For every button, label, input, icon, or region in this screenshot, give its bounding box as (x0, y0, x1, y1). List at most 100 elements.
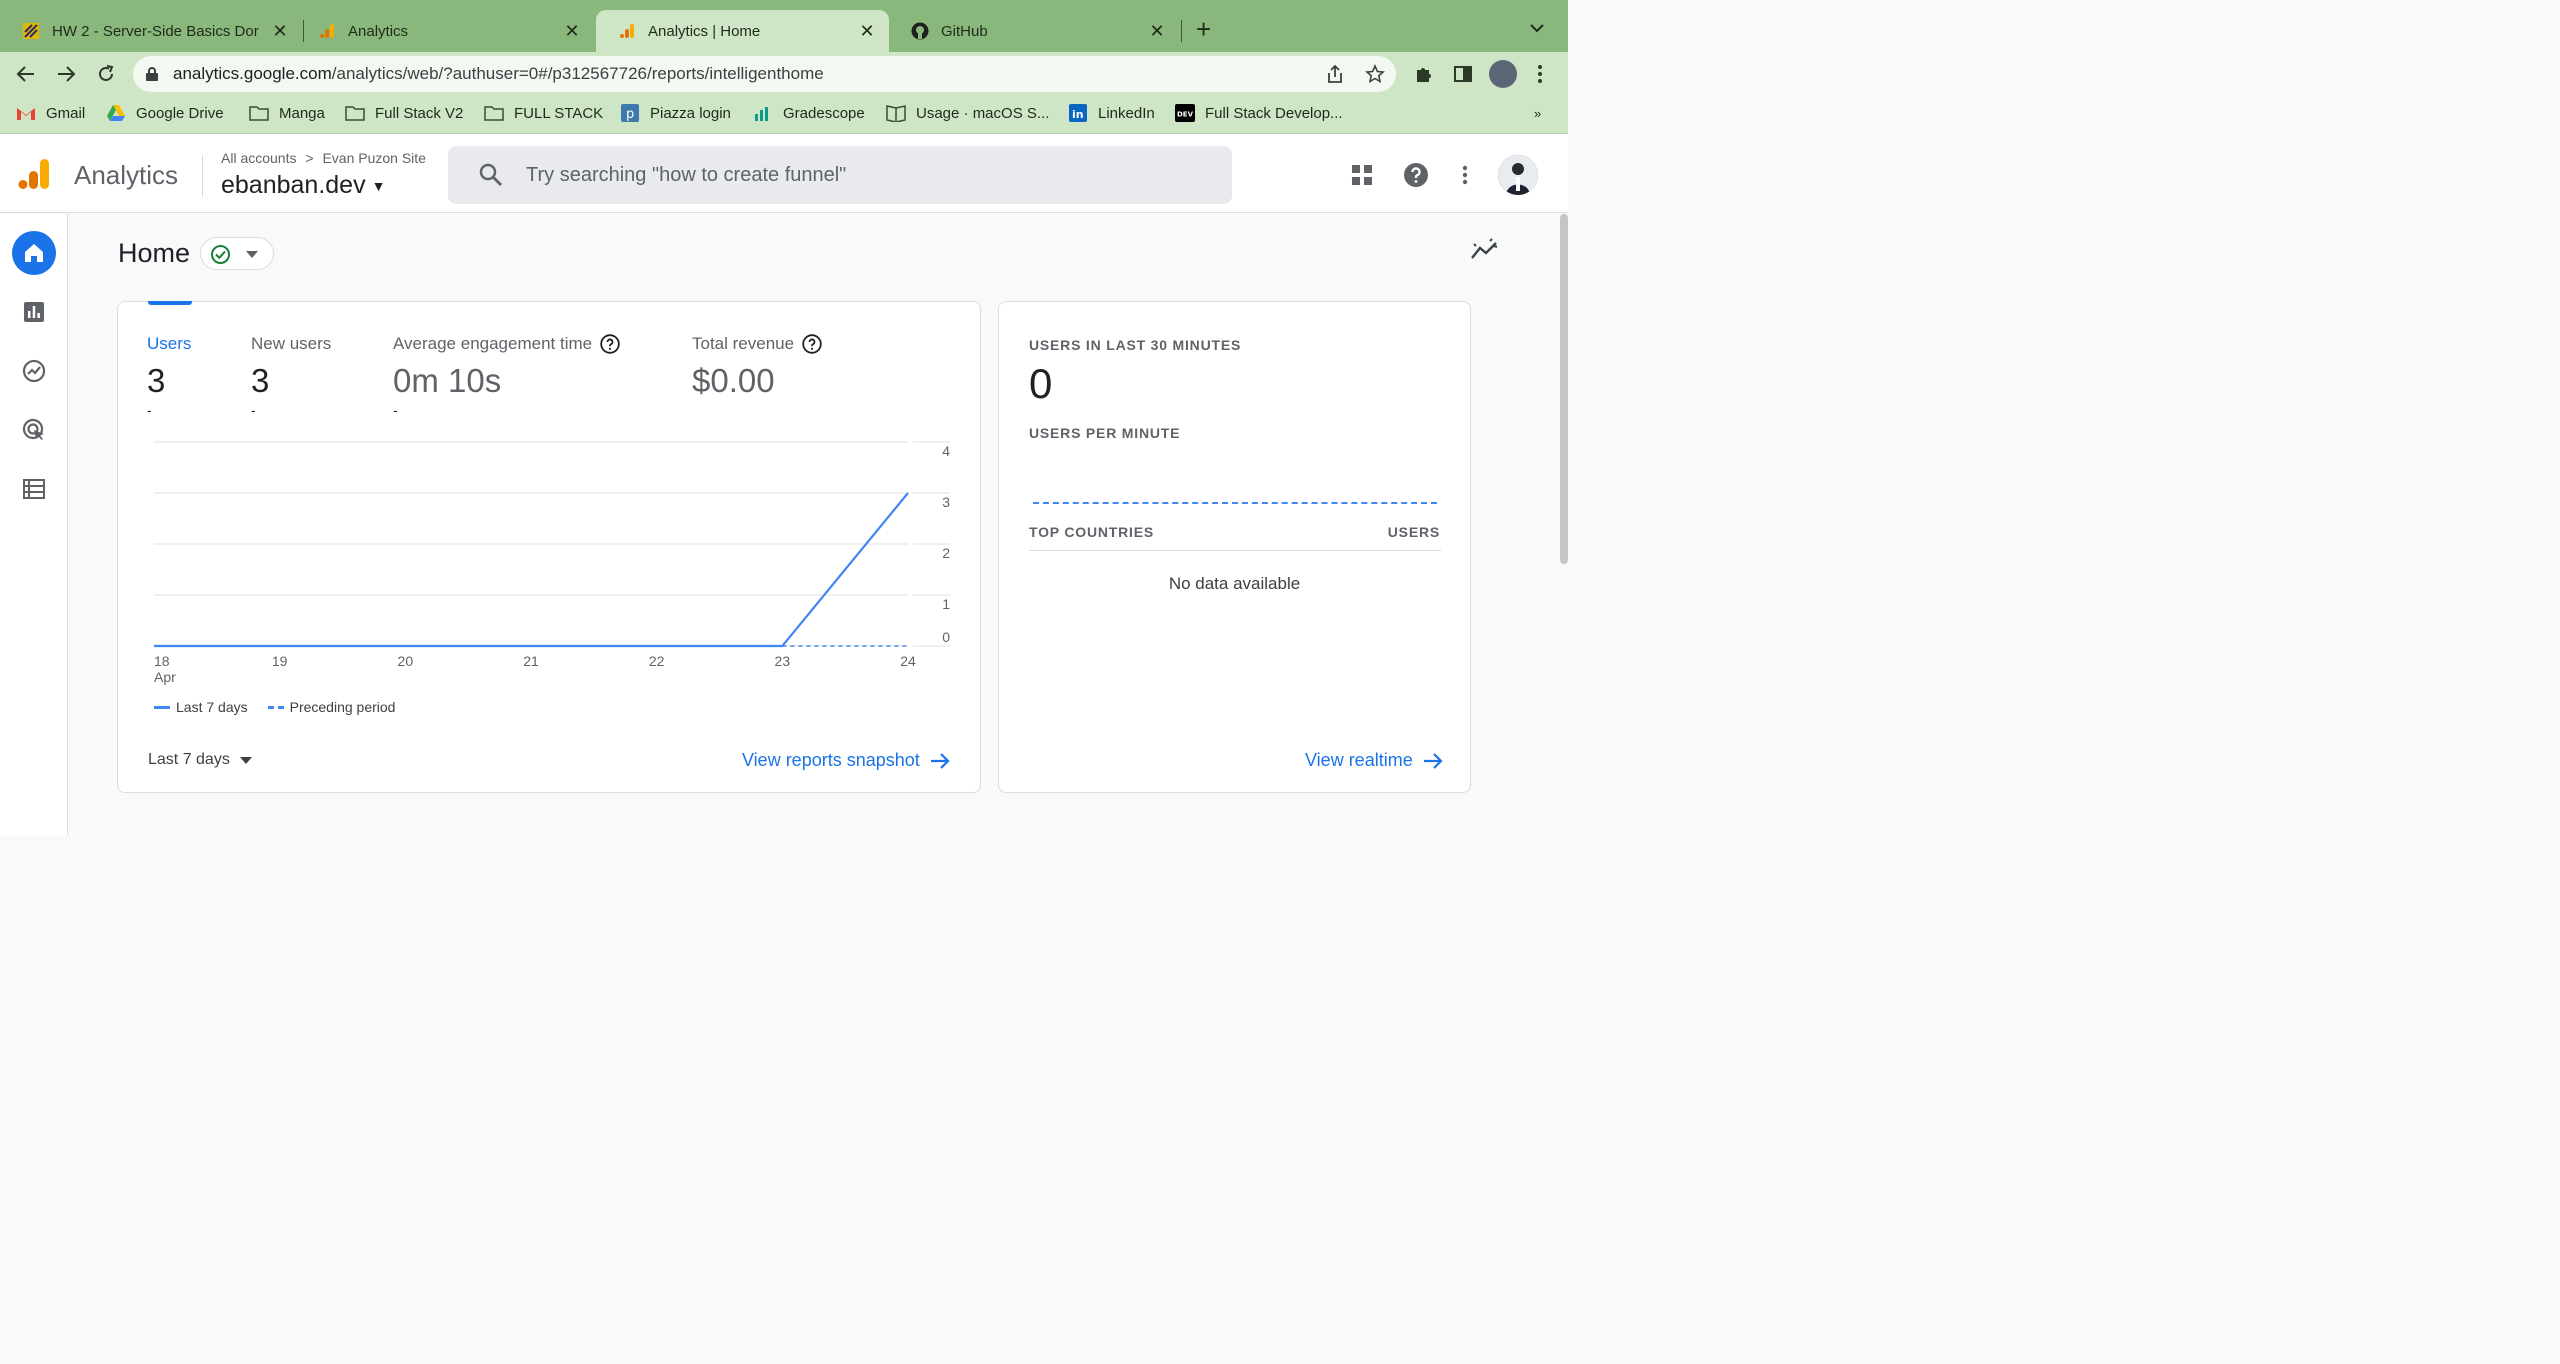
forward-arrow-icon[interactable] (56, 64, 76, 84)
property-name: ebanban.dev (221, 171, 366, 199)
lock-icon (146, 67, 158, 81)
view-reports-snapshot-link[interactable]: View reports snapshot (742, 750, 950, 771)
bookmark-piazza[interactable]: p Piazza login (620, 104, 731, 122)
url-text: analytics.google.com/analytics/web/?auth… (173, 64, 824, 84)
x-tick-label: 18 (154, 653, 170, 669)
reload-icon[interactable] (96, 64, 116, 84)
apps-grid-icon[interactable] (1352, 165, 1372, 185)
more-vert-icon[interactable] (1461, 165, 1469, 185)
date-range-label: Last 7 days (148, 751, 230, 768)
new-tab-icon[interactable]: + (1196, 16, 1211, 42)
link-label: View reports snapshot (742, 750, 920, 770)
bookmark-label: LinkedIn (1098, 104, 1155, 122)
analytics-header: Analytics All accounts > Evan Puzon Site… (0, 135, 1568, 213)
date-range-dropdown[interactable]: Last 7 days (148, 751, 253, 769)
legend-swatch-dashed (267, 705, 284, 709)
browser-tab[interactable]: Analytics ✕ (296, 10, 594, 52)
analytics-logo-icon (320, 24, 334, 38)
share-icon[interactable] (1326, 64, 1344, 84)
bookmark-folder[interactable]: Full Stack V2 (345, 104, 463, 122)
browser-tab-bar: HW 2 - Server-Side Basics Dor ✕ Analytic… (0, 0, 1568, 52)
bookmark-label: Google Drive (136, 104, 224, 122)
google-drive-icon (107, 105, 125, 121)
bookmark-gmail[interactable]: Gmail (16, 104, 85, 122)
svg-text:p: p (626, 107, 634, 122)
profile-avatar[interactable] (1489, 60, 1517, 88)
dev-icon: DEV (1175, 104, 1195, 122)
page-title: Home (118, 238, 191, 268)
bookmark-label: Usage · macOS S... (916, 104, 1050, 122)
star-icon[interactable] (1365, 64, 1385, 84)
empty-state-text: No data available (1168, 574, 1301, 593)
x-tick-label: 19 (272, 653, 288, 669)
book-icon (886, 105, 906, 122)
insights-icon[interactable] (1470, 238, 1500, 260)
check-circle-icon (211, 245, 230, 264)
linkedin-icon: in (1069, 104, 1087, 122)
nav-advertising[interactable] (12, 408, 56, 452)
legend-label: Preceding period (289, 699, 396, 715)
back-arrow-icon[interactable] (16, 64, 36, 84)
address-bar[interactable]: analytics.google.com/analytics/web/?auth… (133, 56, 1396, 92)
browser-tab[interactable]: HW 2 - Server-Side Basics Dor ✕ (0, 10, 302, 52)
x-tick-label: 20 (398, 653, 414, 669)
breadcrumb[interactable]: All accounts > Evan Puzon Site (221, 150, 426, 166)
view-realtime-link[interactable]: View realtime (1305, 750, 1443, 771)
tab-title: Analytics | Home (648, 22, 761, 40)
link-label: View realtime (1305, 750, 1413, 770)
breadcrumb-site[interactable]: Evan Puzon Site (322, 150, 426, 166)
breadcrumb-accounts[interactable]: All accounts (221, 150, 296, 166)
nav-reports[interactable] (12, 290, 56, 334)
search-placeholder: Try searching "how to create funnel" (526, 163, 847, 186)
analytics-logo-icon (18, 159, 49, 189)
help-icon[interactable] (1403, 162, 1429, 188)
header-divider (202, 155, 203, 197)
bookmark-folder[interactable]: FULL STACK (484, 104, 603, 122)
breadcrumb-separator: > (305, 150, 314, 166)
dropdown-caret-icon: ▼ (371, 178, 386, 195)
app-name: Analytics (74, 160, 179, 190)
browser-tab-active[interactable]: Analytics | Home ✕ (596, 10, 889, 52)
arrow-right-icon (930, 752, 950, 769)
extensions-icon[interactable] (1414, 64, 1434, 84)
series-line-last-7-days (154, 492, 909, 648)
account-avatar[interactable] (1498, 155, 1538, 195)
nav-home[interactable] (12, 231, 56, 275)
nav-explore[interactable] (12, 349, 56, 393)
folder-icon (484, 106, 504, 121)
property-selector[interactable]: ebanban.dev ▼ (221, 171, 385, 200)
bookmark-folder[interactable]: Manga (249, 104, 325, 122)
bookmark-macos-usage[interactable]: Usage · macOS S... (886, 104, 1049, 122)
bookmark-linkedin[interactable]: in LinkedIn (1068, 104, 1155, 122)
page-scrollbar[interactable] (1560, 214, 1568, 564)
close-icon[interactable]: ✕ (564, 21, 580, 42)
nav-configure[interactable] (12, 467, 56, 511)
side-panel-icon[interactable] (1453, 64, 1473, 84)
bookmark-label: Manga (279, 104, 325, 122)
users-column-heading: USERS (1387, 524, 1440, 540)
explore-icon (22, 359, 46, 383)
close-icon[interactable]: ✕ (859, 21, 875, 42)
close-icon[interactable]: ✕ (272, 21, 288, 42)
bookmark-dev[interactable]: DEV Full Stack Develop... (1175, 104, 1343, 122)
bookmark-gradescope[interactable]: Gradescope (753, 104, 865, 122)
dropdown-caret-icon (246, 251, 258, 258)
folder-icon (249, 106, 269, 121)
bar-chart-icon (24, 302, 44, 322)
tab-divider (1181, 20, 1182, 42)
data-status-dropdown[interactable] (200, 237, 274, 270)
users-per-minute-heading: USERS PER MINUTE (1029, 425, 1181, 441)
browser-tab[interactable]: GitHub ✕ (889, 10, 1179, 52)
x-tick-label: 24 (900, 653, 916, 669)
close-icon[interactable]: ✕ (1149, 21, 1165, 42)
more-vert-icon[interactable] (1536, 64, 1544, 84)
chevron-down-icon[interactable] (1530, 20, 1544, 36)
bookmark-label: Full Stack V2 (375, 104, 464, 122)
bookmarks-overflow-icon[interactable]: » (1534, 106, 1541, 121)
legend-swatch-solid (154, 705, 170, 709)
y-tick-label: 4 (942, 443, 950, 459)
dropdown-caret-icon (240, 757, 253, 764)
svg-text:DEV: DEV (1177, 111, 1194, 119)
search-input[interactable]: Try searching "how to create funnel" (448, 146, 1232, 204)
bookmark-google-drive[interactable]: Google Drive (106, 104, 224, 122)
